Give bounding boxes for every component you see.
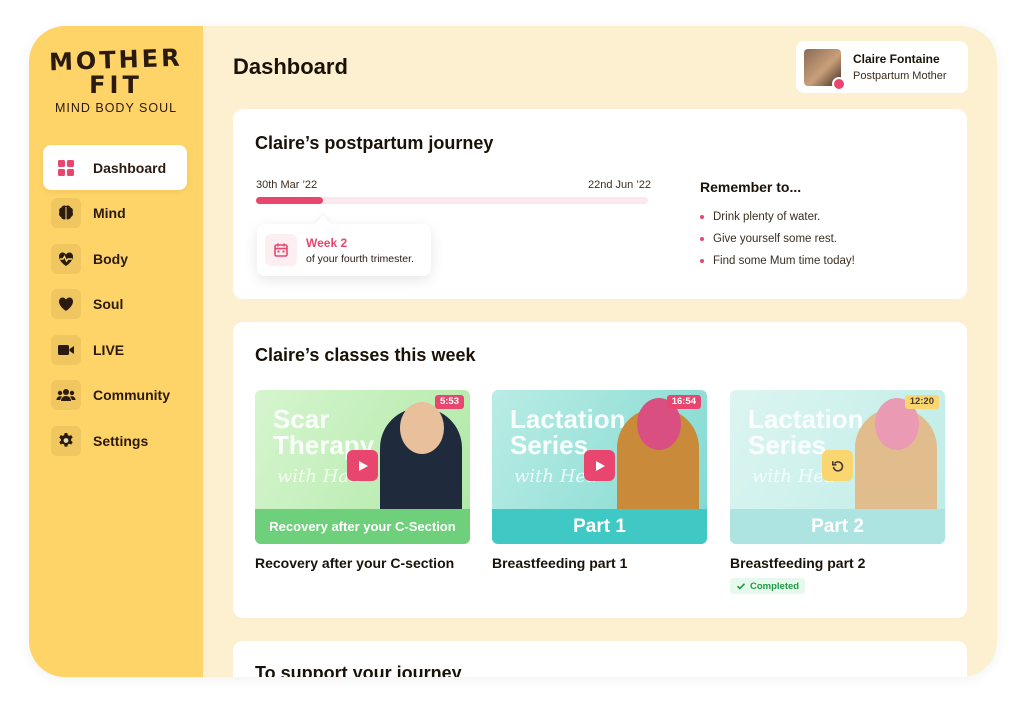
week-subtitle: of your fourth trimester. bbox=[306, 252, 414, 265]
remember-title: Remember to... bbox=[700, 179, 802, 195]
completed-badge: Completed bbox=[730, 578, 806, 594]
class-name[interactable]: Recovery after your C-section bbox=[255, 555, 470, 571]
sidebar-item-label: Settings bbox=[93, 432, 149, 449]
support-card: To support your journey bbox=[233, 641, 967, 677]
journey-card: Claire’s postpartum journey 30th Mar ’22… bbox=[233, 109, 967, 299]
duration-badge: 5:53 bbox=[434, 395, 464, 409]
class-name[interactable]: Breastfeeding part 2 bbox=[730, 555, 945, 571]
sidebar-item-label: Body bbox=[93, 250, 128, 267]
journey-progress-bar bbox=[256, 197, 648, 204]
classes-title: Claire’s classes this week bbox=[255, 345, 476, 365]
gear-icon bbox=[51, 425, 81, 456]
sidebar-item-label: Community bbox=[93, 387, 170, 403]
thumbnail-banner: Part 1 bbox=[492, 509, 707, 544]
class-card[interactable]: Lactation Series with Hea Part 2 12:20 Br… bbox=[730, 390, 945, 596]
dashboard-grid-icon bbox=[51, 153, 81, 183]
sidebar-item-label: Mind bbox=[93, 205, 126, 221]
sidebar-item-label: Dashboard bbox=[93, 159, 167, 176]
class-thumbnail[interactable]: Lactation Series with Hea Part 2 12:20 bbox=[730, 390, 945, 544]
journey-progress-fill bbox=[256, 197, 323, 204]
journey-start-date: 30th Mar ’22 bbox=[256, 179, 318, 191]
week-label: Week 2 bbox=[306, 235, 348, 250]
play-icon[interactable] bbox=[347, 450, 378, 481]
instructor-face bbox=[400, 402, 444, 454]
brand-name-line2: FIT bbox=[89, 71, 143, 99]
user-profile-card[interactable]: Claire Fontaine Postpartum Mother bbox=[796, 41, 968, 93]
play-icon[interactable] bbox=[584, 450, 615, 481]
class-card[interactable]: Scar Therapy with Han Recovery after your… bbox=[255, 390, 470, 571]
sidebar-item-dashboard[interactable]: Dashboard bbox=[43, 145, 187, 190]
video-camera-icon bbox=[51, 334, 81, 365]
duration-badge: 12:20 bbox=[904, 395, 939, 409]
heart-pulse-icon bbox=[51, 243, 81, 274]
classes-card: Claire’s classes this week Scar Therapy w… bbox=[233, 322, 967, 618]
users-icon bbox=[51, 380, 81, 410]
reminder-list: Drink plenty of water. Give yourself som… bbox=[700, 206, 855, 272]
main-content: Dashboard Claire Fontaine Postpartum Mot… bbox=[203, 26, 997, 677]
week-tooltip: Week 2 of your fourth trimester. bbox=[257, 224, 431, 276]
check-icon bbox=[736, 583, 746, 590]
sidebar-item-label: Soul bbox=[93, 296, 124, 312]
sidebar-item-mind[interactable]: Mind bbox=[43, 191, 187, 236]
class-thumbnail[interactable]: Scar Therapy with Han Recovery after your… bbox=[255, 390, 470, 544]
user-role: Postpartum Mother bbox=[853, 70, 947, 82]
class-card[interactable]: Lactation Series with Hea Part 1 16:54 Br… bbox=[492, 390, 707, 571]
baby-badge-icon bbox=[832, 76, 846, 91]
journey-end-date: 22nd Jun ’22 bbox=[588, 179, 651, 191]
sidebar-item-live[interactable]: LIVE bbox=[43, 327, 187, 372]
duration-badge: 16:54 bbox=[666, 395, 701, 409]
heart-icon bbox=[51, 289, 81, 319]
page-title: Dashboard bbox=[233, 54, 348, 79]
reminder-item: Find some Mum time today! bbox=[700, 250, 855, 272]
class-thumbnail[interactable]: Lactation Series with Hea Part 1 16:54 bbox=[492, 390, 707, 544]
sidebar-item-settings[interactable]: Settings bbox=[43, 418, 187, 463]
sidebar-item-body[interactable]: Body bbox=[43, 236, 187, 281]
reminder-item: Give yourself some rest. bbox=[700, 228, 855, 250]
replay-icon[interactable] bbox=[822, 450, 853, 481]
support-title: To support your journey bbox=[255, 663, 462, 677]
avatar bbox=[804, 48, 846, 91]
calendar-icon bbox=[265, 234, 297, 266]
journey-title: Claire’s postpartum journey bbox=[255, 133, 494, 153]
sidebar-nav: Dashboard Mind Body Soul LIVE Community … bbox=[43, 145, 187, 464]
sidebar: MOTHER FIT MIND BODY SOUL Dashboard Mind bbox=[29, 26, 203, 677]
brain-icon bbox=[51, 198, 81, 228]
sidebar-item-community[interactable]: Community bbox=[43, 373, 187, 418]
user-name: Claire Fontaine bbox=[853, 52, 940, 66]
brand-tagline: MIND BODY SOUL bbox=[54, 101, 178, 115]
sidebar-item-label: LIVE bbox=[93, 341, 125, 358]
app-window: MOTHER FIT MIND BODY SOUL Dashboard Mind bbox=[29, 26, 997, 677]
thumbnail-banner: Part 2 bbox=[730, 509, 945, 544]
sidebar-item-soul[interactable]: Soul bbox=[43, 282, 187, 327]
thumbnail-banner: Recovery after your C-Section bbox=[255, 509, 470, 544]
class-name[interactable]: Breastfeeding part 1 bbox=[492, 555, 707, 571]
brand-logo[interactable]: MOTHER FIT MIND BODY SOUL bbox=[29, 43, 203, 115]
reminder-item: Drink plenty of water. bbox=[700, 206, 855, 228]
brand-name-line1: MOTHER bbox=[48, 43, 184, 77]
